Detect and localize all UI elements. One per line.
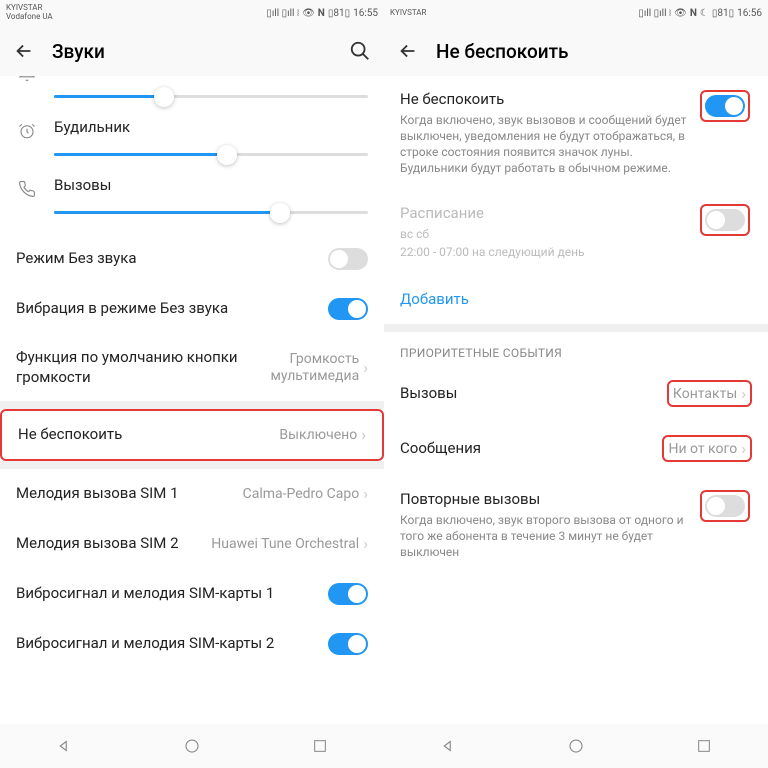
row-silent-mode[interactable]: Режим Без звука <box>0 234 384 284</box>
row-do-not-disturb[interactable]: Не беспокоить Выключено › <box>0 409 384 461</box>
header: Звуки <box>0 26 384 76</box>
vibrate-silent-toggle[interactable] <box>328 298 368 320</box>
back-icon[interactable] <box>396 39 420 63</box>
eye-icon: 👁 <box>302 8 315 19</box>
alarm-icon <box>16 118 38 140</box>
header: Не беспокоить <box>384 26 768 76</box>
slider-label: Вызовы <box>54 176 368 194</box>
alarm-slider[interactable] <box>54 142 368 168</box>
calls-slider[interactable] <box>54 200 368 226</box>
silent-toggle[interactable] <box>328 248 368 270</box>
schedule-toggle[interactable] <box>705 209 745 231</box>
row-volume-function[interactable]: Функция по умолчанию кнопки громкости Гр… <box>0 334 384 401</box>
melody-slider[interactable] <box>54 84 368 110</box>
battery-icon: ▯81▯ <box>328 8 350 19</box>
nav-back-icon[interactable] <box>53 735 75 757</box>
screen-dnd: KYIVSTAR ▯ıll ▯ıll ⧘ 👁 N ☾ ▯81▯ 16:56 Не… <box>384 0 768 768</box>
search-icon[interactable] <box>348 39 372 63</box>
nfc-icon: N <box>690 8 697 19</box>
row-priority-messages[interactable]: Сообщения Ни от кого › <box>384 421 768 476</box>
signal-icon: ▯ıll ▯ıll ⧘ <box>266 8 299 19</box>
vibrate-sim2-toggle[interactable] <box>328 633 368 655</box>
row-value: Huawei Tune Orchestral <box>211 536 359 552</box>
nfc-icon: N <box>318 8 325 19</box>
time-label: 16:56 <box>737 8 762 19</box>
row-vibrate-silent[interactable]: Вибрация в режиме Без звука <box>0 284 384 334</box>
row-value: Громкость мультимедиа <box>249 351 359 385</box>
page-title: Не беспокоить <box>436 40 756 63</box>
row-priority-calls[interactable]: Вызовы Контакты › <box>384 366 768 421</box>
nav-recent-icon[interactable] <box>693 735 715 757</box>
chevron-right-icon: › <box>363 534 368 553</box>
row-value: Calma-Pedro Capo <box>243 486 360 502</box>
carrier-label: KYIVSTAR Vodafone UA <box>6 4 53 22</box>
row-value: Ни от кого <box>668 441 737 457</box>
eye-icon: 👁 <box>674 8 687 19</box>
highlight-box <box>700 204 750 236</box>
row-add-schedule[interactable]: Добавить <box>384 274 768 324</box>
chevron-right-icon: › <box>363 484 368 503</box>
status-bar: KYIVSTAR Vodafone UA ▯ıll ▯ıll ⧘ 👁 N ▯81… <box>0 0 384 26</box>
highlight-box <box>700 490 750 522</box>
vibrate-sim1-toggle[interactable] <box>328 583 368 605</box>
highlight-box: Контакты › <box>667 380 752 407</box>
nav-recent-icon[interactable] <box>309 735 331 757</box>
highlight-box <box>700 90 750 122</box>
bell-icon <box>16 76 38 82</box>
status-bar: KYIVSTAR ▯ıll ▯ıll ⧘ 👁 N ☾ ▯81▯ 16:56 <box>384 0 768 26</box>
slider-label: Будильник <box>54 118 368 136</box>
chevron-right-icon: › <box>361 425 366 444</box>
time-label: 16:55 <box>353 8 378 19</box>
page-title: Звуки <box>52 40 332 63</box>
chevron-right-icon: › <box>741 439 746 458</box>
nav-back-icon[interactable] <box>437 735 459 757</box>
screen-sounds: KYIVSTAR Vodafone UA ▯ıll ▯ıll ⧘ 👁 N ▯81… <box>0 0 384 768</box>
nav-bar <box>0 724 384 768</box>
highlight-box: Ни от кого › <box>662 435 752 462</box>
nav-home-icon[interactable] <box>181 735 203 757</box>
nav-bar <box>384 724 768 768</box>
dnd-toggle[interactable] <box>705 95 745 117</box>
back-icon[interactable] <box>12 39 36 63</box>
row-vibrate-sim1[interactable]: Вибросигнал и мелодия SIM-карты 1 <box>0 569 384 619</box>
row-value: Контакты <box>673 386 737 402</box>
section-header: ПРИОРИТЕТНЫЕ СОБЫТИЯ <box>384 332 768 366</box>
row-value: Выключено <box>279 427 357 443</box>
signal-icon: ▯ıll ▯ıll ⧘ <box>638 8 671 19</box>
row-repeat-calls[interactable]: Повторные вызовы Когда включено, звук вт… <box>384 476 768 574</box>
battery-icon: ▯81▯ <box>712 8 734 19</box>
add-link[interactable]: Добавить <box>400 290 469 308</box>
chevron-right-icon: › <box>741 384 746 403</box>
row-schedule[interactable]: Расписание вс сб 22:00 - 07:00 на следую… <box>384 190 768 274</box>
row-ringtone-sim1[interactable]: Мелодия вызова SIM 1 Calma-Pedro Capo › <box>0 469 384 519</box>
row-dnd-main[interactable]: Не беспокоить Когда включено, звук вызов… <box>384 76 768 190</box>
chevron-right-icon: › <box>363 358 368 377</box>
phone-icon <box>16 176 38 198</box>
row-vibrate-sim2[interactable]: Вибросигнал и мелодия SIM-карты 2 <box>0 619 384 669</box>
carrier-label: KYIVSTAR <box>390 9 426 18</box>
repeat-toggle[interactable] <box>705 495 745 517</box>
nav-home-icon[interactable] <box>565 735 587 757</box>
moon-icon: ☾ <box>700 8 709 19</box>
row-ringtone-sim2[interactable]: Мелодия вызова SIM 2 Huawei Tune Orchest… <box>0 519 384 569</box>
